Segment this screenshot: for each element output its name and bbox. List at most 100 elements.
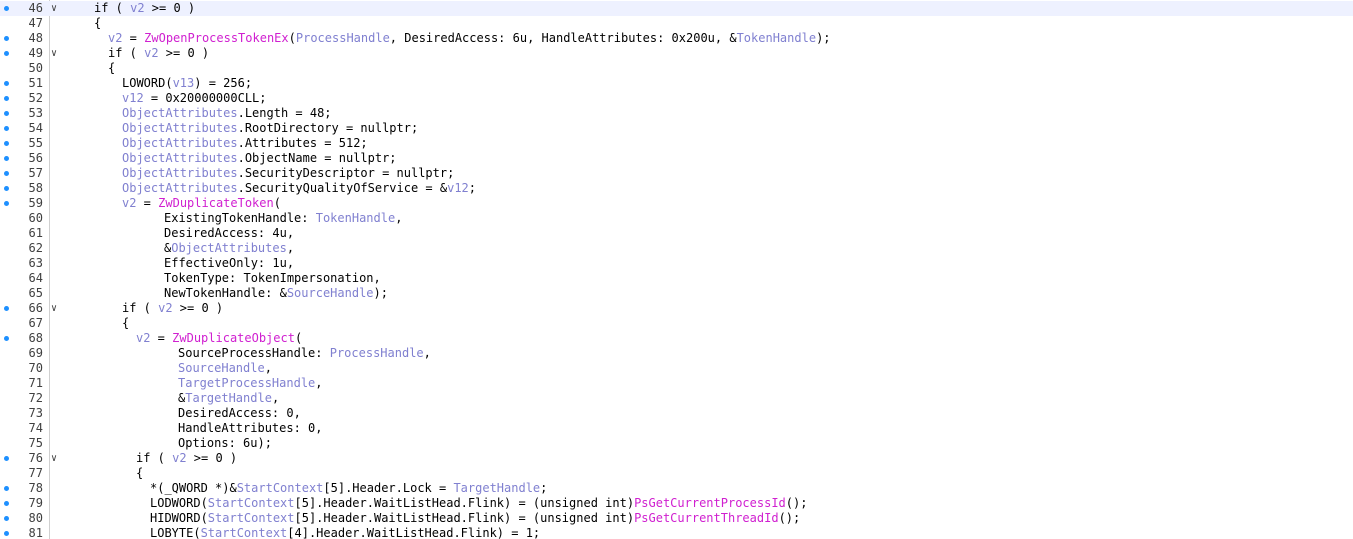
breakpoint-dot-icon[interactable] (4, 456, 9, 461)
breakpoint-dot-icon[interactable] (4, 141, 9, 146)
variable-token[interactable]: v2 (136, 331, 150, 345)
variable-token[interactable]: v2 (158, 301, 172, 315)
pseudocode-editor[interactable]: 46 ∨ if ( v2 >= 0 ) 47 {48 v2 = ZwOpenProcess… (0, 0, 1353, 539)
breakpoint-dot-icon[interactable] (4, 516, 9, 521)
code-line[interactable]: 49 ∨ if ( v2 >= 0 ) (0, 46, 1353, 61)
variable-token[interactable]: v13 (173, 76, 195, 90)
breakpoint-dot-icon[interactable] (4, 96, 9, 101)
function-token[interactable]: ZwOpenProcessTokenEx (144, 31, 289, 45)
code-line[interactable]: 56 ObjectAttributes.ObjectName = nullptr; (0, 151, 1353, 166)
code-line[interactable]: 58 ObjectAttributes.SecurityQualityOfServ… (0, 181, 1353, 196)
breakpoint-dot-icon[interactable] (4, 336, 9, 341)
code-line[interactable]: 64 TokenType: TokenImpersonation, (0, 271, 1353, 286)
code-line[interactable]: 61 DesiredAccess: 4u, (0, 226, 1353, 241)
code-line[interactable]: 63 EffectiveOnly: 1u, (0, 256, 1353, 271)
breakpoint-dot-icon[interactable] (4, 126, 9, 131)
variable-token[interactable]: v2 (130, 1, 144, 15)
code-line[interactable]: 70 SourceHandle, (0, 361, 1353, 376)
code-line[interactable]: 81 LOBYTE(StartContext[4].Header.WaitList… (0, 526, 1353, 539)
code-line[interactable]: 71 TargetProcessHandle, (0, 376, 1353, 391)
variable-token[interactable]: TargetHandle (185, 391, 272, 405)
variable-token[interactable]: StartContext (201, 526, 288, 539)
variable-token[interactable]: TargetProcessHandle (178, 376, 315, 390)
variable-token[interactable]: ObjectAttributes (122, 166, 238, 180)
variable-token[interactable]: v12 (447, 181, 469, 195)
variable-token[interactable]: v2 (108, 31, 122, 45)
fold-chevron-icon[interactable]: ∨ (51, 46, 63, 61)
variable-token[interactable]: ObjectAttributes (122, 106, 238, 120)
code-line[interactable]: 51 LOWORD(v13) = 256; (0, 76, 1353, 91)
fold-chevron-icon[interactable]: ∨ (51, 451, 63, 466)
code-line[interactable]: 73 DesiredAccess: 0, (0, 406, 1353, 421)
variable-token[interactable]: ProcessHandle (296, 31, 390, 45)
line-number: 62 (28, 241, 43, 255)
code-line[interactable]: 69 SourceProcessHandle: ProcessHandle, (0, 346, 1353, 361)
code-line[interactable]: 52 v12 = 0x20000000CLL; (0, 91, 1353, 106)
code-line[interactable]: 76 ∨ if ( v2 >= 0 ) (0, 451, 1353, 466)
code-line[interactable]: 74 HandleAttributes: 0, (0, 421, 1353, 436)
breakpoint-dot-icon[interactable] (4, 306, 9, 311)
variable-token[interactable]: v12 (122, 91, 144, 105)
breakpoint-dot-icon[interactable] (4, 171, 9, 176)
variable-token[interactable]: ObjectAttributes (122, 121, 238, 135)
code-line[interactable]: 66 ∨ if ( v2 >= 0 ) (0, 301, 1353, 316)
fold-chevron-icon[interactable]: ∨ (51, 1, 63, 16)
variable-token[interactable]: TargetHandle (453, 481, 540, 495)
code-line[interactable]: 72 &TargetHandle, (0, 391, 1353, 406)
breakpoint-dot-icon[interactable] (4, 531, 9, 536)
code-line[interactable]: 60 ExistingTokenHandle: TokenHandle, (0, 211, 1353, 226)
code-line[interactable]: 62 &ObjectAttributes, (0, 241, 1353, 256)
variable-token[interactable]: StartContext (237, 481, 324, 495)
variable-token[interactable]: SourceHandle (178, 361, 265, 375)
variable-token[interactable]: ObjectAttributes (171, 241, 287, 255)
variable-token[interactable]: TokenHandle (316, 211, 395, 225)
code-token: NewTokenHandle: & (164, 286, 287, 300)
code-line[interactable]: 47 { (0, 16, 1353, 31)
variable-token[interactable]: StartContext (208, 511, 295, 525)
variable-token[interactable]: v2 (144, 46, 158, 60)
variable-token[interactable]: v2 (172, 451, 186, 465)
code-line[interactable]: 75 Options: 6u); (0, 436, 1353, 451)
breakpoint-dot-icon[interactable] (4, 486, 9, 491)
function-token[interactable]: ZwDuplicateObject (172, 331, 295, 345)
code-line[interactable]: 48 v2 = ZwOpenProcessTokenEx(ProcessHandl… (0, 31, 1353, 46)
breakpoint-dot-icon[interactable] (4, 201, 9, 206)
variable-token[interactable]: v2 (122, 196, 136, 210)
breakpoint-dot-icon[interactable] (4, 156, 9, 161)
line-number: 74 (28, 421, 43, 435)
variable-token[interactable]: ObjectAttributes (122, 181, 238, 195)
code-line[interactable]: 65 NewTokenHandle: &SourceHandle); (0, 286, 1353, 301)
variable-token[interactable]: TokenHandle (737, 31, 816, 45)
function-token[interactable]: ZwDuplicateToken (158, 196, 274, 210)
breakpoint-dot-icon[interactable] (4, 111, 9, 116)
breakpoint-dot-icon[interactable] (4, 51, 9, 56)
breakpoint-dot-icon[interactable] (4, 36, 9, 41)
code-line[interactable]: 68 v2 = ZwDuplicateObject( (0, 331, 1353, 346)
breakpoint-dot-icon[interactable] (4, 81, 9, 86)
code-line[interactable]: 54 ObjectAttributes.RootDirectory = nullp… (0, 121, 1353, 136)
fold-chevron-icon[interactable]: ∨ (51, 301, 63, 316)
code-token: ; (540, 481, 548, 495)
code-line[interactable]: 57 ObjectAttributes.SecurityDescriptor = … (0, 166, 1353, 181)
code-line[interactable]: 80 HIDWORD(StartContext[5].Header.WaitLis… (0, 511, 1353, 526)
code-line[interactable]: 53 ObjectAttributes.Length = 48; (0, 106, 1353, 121)
code-line[interactable]: 46 ∨ if ( v2 >= 0 ) (0, 1, 1353, 16)
breakpoint-dot-icon[interactable] (4, 186, 9, 191)
code-line[interactable]: 78 *(_QWORD *)&StartContext[5].Header.Loc… (0, 481, 1353, 496)
variable-token[interactable]: ObjectAttributes (122, 151, 238, 165)
function-token[interactable]: PsGetCurrentProcessId (634, 496, 786, 510)
variable-token[interactable]: StartContext (208, 496, 295, 510)
code-line[interactable]: 77 { (0, 466, 1353, 481)
code-line[interactable]: 67 { (0, 316, 1353, 331)
variable-token[interactable]: ObjectAttributes (122, 136, 238, 150)
code-line[interactable]: 79 LODWORD(StartContext[5].Header.WaitLis… (0, 496, 1353, 511)
code-line[interactable]: 55 ObjectAttributes.Attributes = 512; (0, 136, 1353, 151)
function-token[interactable]: PsGetCurrentThreadId (634, 511, 779, 525)
variable-token[interactable]: ProcessHandle (330, 346, 424, 360)
variable-token[interactable]: SourceHandle (287, 286, 374, 300)
code-line[interactable]: 59 v2 = ZwDuplicateToken( (0, 196, 1353, 211)
code-text: ObjectAttributes.SecurityQualityOfServic… (122, 181, 476, 196)
code-line[interactable]: 50 { (0, 61, 1353, 76)
breakpoint-dot-icon[interactable] (4, 501, 9, 506)
breakpoint-dot-icon[interactable] (4, 6, 9, 11)
